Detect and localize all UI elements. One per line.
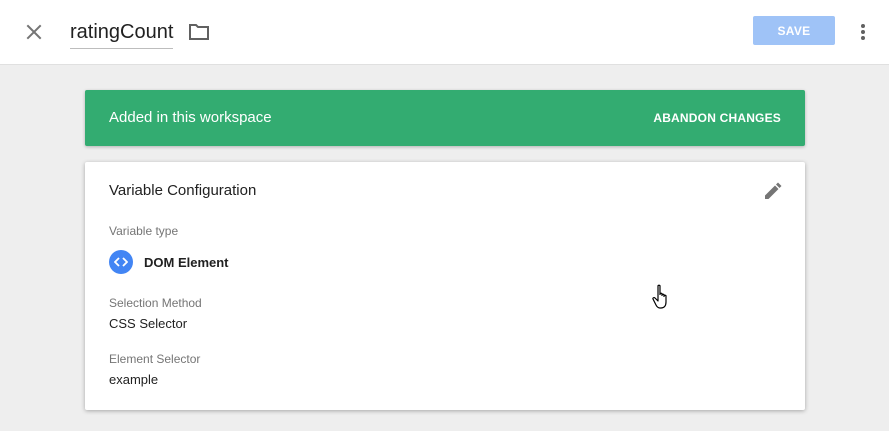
workspace-status-banner: Added in this workspace ABANDON CHANGES xyxy=(85,90,805,146)
variable-type-label: Variable type xyxy=(109,224,179,238)
banner-text: Added in this workspace xyxy=(109,109,272,126)
selection-method-value: CSS Selector xyxy=(109,316,188,331)
variable-configuration-card[interactable]: Variable Configuration Variable type DOM… xyxy=(85,162,805,410)
selection-method-label: Selection Method xyxy=(109,296,202,310)
hand-pointer-cursor-icon xyxy=(652,284,667,309)
edit-button[interactable] xyxy=(761,179,785,203)
close-button[interactable] xyxy=(20,18,48,46)
pencil-icon xyxy=(765,182,782,199)
save-button[interactable]: SAVE xyxy=(753,16,835,45)
folder-icon xyxy=(189,24,209,40)
code-brackets-icon xyxy=(109,250,133,274)
card-title: Variable Configuration xyxy=(109,182,257,199)
top-bar: ratingCount SAVE xyxy=(0,0,889,65)
folder-button[interactable] xyxy=(186,20,212,44)
variable-type-value: DOM Element xyxy=(144,255,229,270)
variable-name-title[interactable]: ratingCount xyxy=(70,20,174,49)
element-selector-value: example xyxy=(109,372,159,387)
abandon-changes-button[interactable]: ABANDON CHANGES xyxy=(653,111,781,125)
element-selector-label: Element Selector xyxy=(109,352,201,366)
more-options-button[interactable] xyxy=(852,18,874,46)
more-vert-icon xyxy=(861,24,865,40)
close-icon xyxy=(26,24,42,40)
